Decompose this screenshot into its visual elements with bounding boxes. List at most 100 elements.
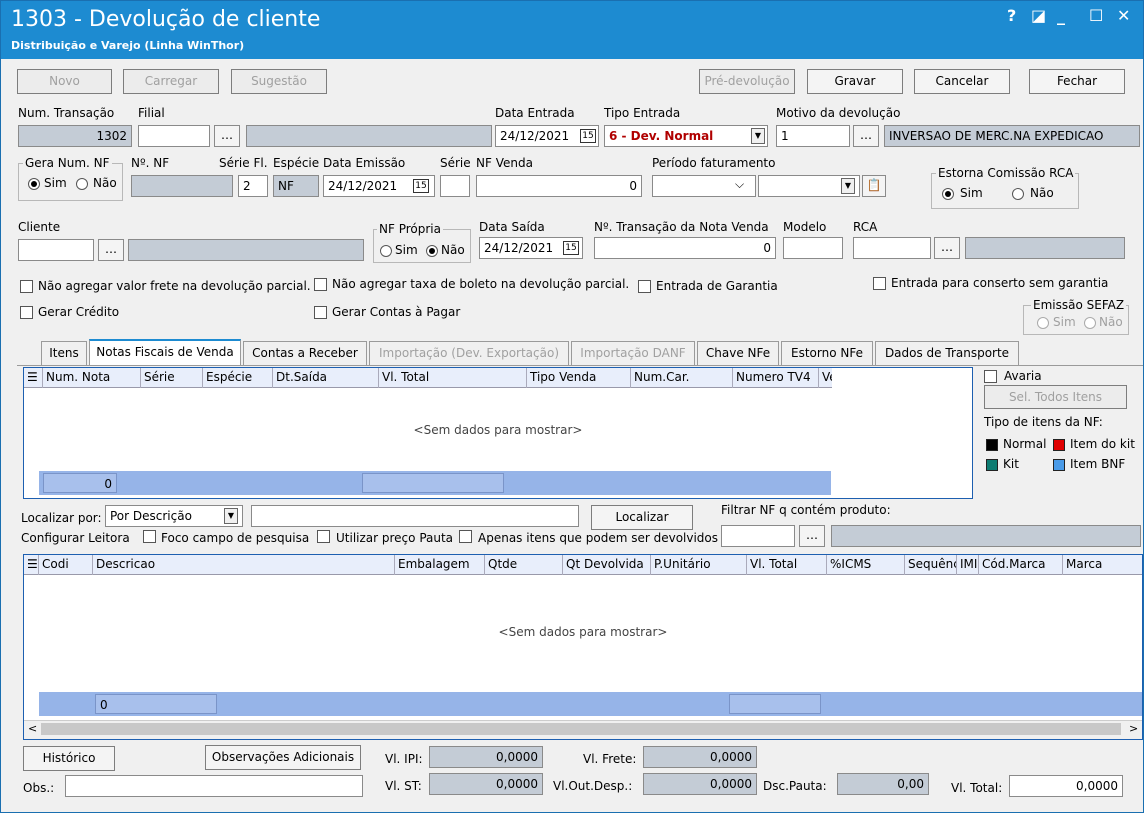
historico-button[interactable]: Histórico xyxy=(23,746,115,771)
gera-nao-radio[interactable] xyxy=(76,178,88,190)
help-icon[interactable]: ? xyxy=(1007,7,1016,25)
col-num-nota[interactable]: Num. Nota xyxy=(42,368,140,388)
col-serie[interactable]: Série xyxy=(140,368,202,388)
localizar-button[interactable]: Localizar xyxy=(591,505,693,530)
col-cod-marca[interactable]: Cód.Marca xyxy=(978,555,1062,575)
localizar-por-select[interactable]: Por Descrição xyxy=(105,505,243,527)
gerar-credito-checkbox[interactable] xyxy=(20,306,33,319)
cliente-search-button[interactable]: … xyxy=(98,239,124,261)
col-especie[interactable]: Espécie xyxy=(202,368,272,388)
col-descricao[interactable]: Descricao xyxy=(92,555,394,575)
tipo-entrada-select[interactable]: 6 - Dev. Normal xyxy=(604,125,768,147)
calendar-icon[interactable]: 15 xyxy=(580,129,596,143)
motivo-search-button[interactable]: … xyxy=(853,125,879,147)
col-dt-saida[interactable]: Dt.Saída xyxy=(272,368,378,388)
itens-footer-total xyxy=(729,694,821,714)
pre-devolucao-button[interactable]: Pré-devolução xyxy=(699,69,795,94)
tab-chave-nfe[interactable]: Chave NFe xyxy=(697,341,779,365)
rca-search-button[interactable]: … xyxy=(934,237,960,259)
sefaz-sim-radio[interactable] xyxy=(1037,317,1049,329)
col-qtde[interactable]: Qtde xyxy=(484,555,562,575)
calendar-icon[interactable]: 15 xyxy=(563,241,579,255)
nao-agregar-frete-checkbox[interactable] xyxy=(20,280,33,293)
entrada-garantia-checkbox[interactable] xyxy=(638,280,651,293)
col-vl-total[interactable]: Vl. Total xyxy=(378,368,526,388)
col-marca[interactable]: Marca xyxy=(1062,555,1142,575)
obs-input[interactable] xyxy=(65,775,363,797)
calendar-icon[interactable]: 15 xyxy=(413,179,429,193)
minimize-icon[interactable]: _ xyxy=(1057,7,1065,25)
col-codi[interactable]: Codi xyxy=(38,555,90,575)
cliente-input[interactable] xyxy=(18,239,94,261)
col-p-unitario[interactable]: P.Unitário xyxy=(650,555,746,575)
col-embalagem[interactable]: Embalagem xyxy=(394,555,484,575)
avaria-label: Avaria xyxy=(1004,369,1042,383)
num-trans-nota-input[interactable]: 0 xyxy=(594,237,776,259)
motivo-cod-input[interactable]: 1 xyxy=(776,125,850,147)
col-ver[interactable]: Ver xyxy=(818,368,832,388)
col-vl-total[interactable]: Vl. Total xyxy=(746,555,826,575)
sefaz-nao-radio[interactable] xyxy=(1084,317,1096,329)
sugestao-button[interactable]: Sugestão xyxy=(231,69,327,94)
fechar-button[interactable]: Fechar xyxy=(1029,69,1125,94)
filtrar-desc-field xyxy=(831,525,1141,547)
col-icms[interactable]: %ICMS xyxy=(826,555,904,575)
maximize-icon[interactable]: ☐ xyxy=(1089,7,1103,25)
scroll-right-icon[interactable]: > xyxy=(1129,722,1138,735)
rca-input[interactable] xyxy=(853,237,931,259)
foco-campo-checkbox[interactable] xyxy=(143,530,156,543)
localizar-input[interactable] xyxy=(251,505,579,527)
configurar-leitora-link[interactable]: Configurar Leitora xyxy=(21,531,130,545)
restore-icon[interactable]: ◪ xyxy=(1031,7,1046,25)
estorna-sim-radio[interactable] xyxy=(942,188,954,200)
tab-itens[interactable]: Itens xyxy=(41,341,87,365)
filial-input[interactable] xyxy=(138,125,210,147)
filial-search-button[interactable]: … xyxy=(214,125,240,147)
nf-venda-input[interactable]: 0 xyxy=(476,175,642,197)
col-sequencia[interactable]: Sequênc xyxy=(904,555,956,575)
scroll-left-icon[interactable]: < xyxy=(28,722,37,735)
col-tipo-venda[interactable]: Tipo Venda xyxy=(526,368,630,388)
nao-agregar-boleto-checkbox[interactable] xyxy=(314,278,327,291)
modelo-input[interactable] xyxy=(783,237,843,259)
chevron-down-icon[interactable]: ▼ xyxy=(841,178,855,194)
novo-button[interactable]: Novo xyxy=(17,69,112,94)
tab-notas-fiscais[interactable]: Notas Fiscais de Venda xyxy=(89,339,241,365)
serie-input[interactable] xyxy=(440,175,470,197)
apenas-itens-checkbox[interactable] xyxy=(459,530,472,543)
clipboard-icon[interactable]: 📋 xyxy=(862,175,886,197)
grid-menu-icon[interactable]: ☰ xyxy=(24,368,42,388)
col-qt-devolvida[interactable]: Qt Devolvida xyxy=(562,555,650,575)
filtrar-produto-input[interactable] xyxy=(721,525,795,547)
sel-todos-button[interactable]: Sel. Todos Itens xyxy=(984,385,1127,409)
col-num-car[interactable]: Num.Car. xyxy=(630,368,732,388)
scrollbar-thumb[interactable] xyxy=(41,723,1121,735)
close-icon[interactable]: ✕ xyxy=(1117,7,1130,25)
col-imi[interactable]: IMI xyxy=(956,555,978,575)
tab-estorno-nfe[interactable]: Estorno NFe xyxy=(781,341,873,365)
tab-importacao-danf[interactable]: Importação DANF xyxy=(571,341,695,365)
avaria-checkbox[interactable] xyxy=(984,370,997,383)
gera-sim-radio[interactable] xyxy=(28,178,40,190)
tab-dados-transporte[interactable]: Dados de Transporte xyxy=(875,341,1019,365)
tab-contas-receber[interactable]: Contas a Receber xyxy=(243,341,367,365)
chevron-down-icon[interactable]: ▼ xyxy=(751,128,765,144)
cancelar-button[interactable]: Cancelar xyxy=(914,69,1010,94)
utilizar-preco-checkbox[interactable] xyxy=(317,530,330,543)
filtrar-search-button[interactable]: … xyxy=(799,525,825,547)
observacoes-button[interactable]: Observações Adicionais xyxy=(205,745,361,770)
chevron-down-icon[interactable]: ▼ xyxy=(224,508,238,524)
serie-fl-input[interactable]: 2 xyxy=(238,175,268,197)
chevron-down-icon[interactable]: ⌵ xyxy=(735,177,744,192)
col-numero-tv4[interactable]: Numero TV4 xyxy=(732,368,818,388)
entrada-conserto-checkbox[interactable] xyxy=(873,277,886,290)
gravar-button[interactable]: Gravar xyxy=(807,69,903,94)
nf-propria-sim-radio[interactable] xyxy=(380,245,392,257)
tab-importacao-exportacao[interactable]: Importação (Dev. Exportação) xyxy=(369,341,569,365)
grid-menu-icon[interactable]: ☰ xyxy=(24,555,38,575)
carregar-button[interactable]: Carregar xyxy=(123,69,219,94)
gerar-contas-checkbox[interactable] xyxy=(314,306,327,319)
nf-propria-nao-radio[interactable] xyxy=(426,245,438,257)
estorna-nao-radio[interactable] xyxy=(1012,188,1024,200)
data-saida-label: Data Saída xyxy=(479,220,545,234)
